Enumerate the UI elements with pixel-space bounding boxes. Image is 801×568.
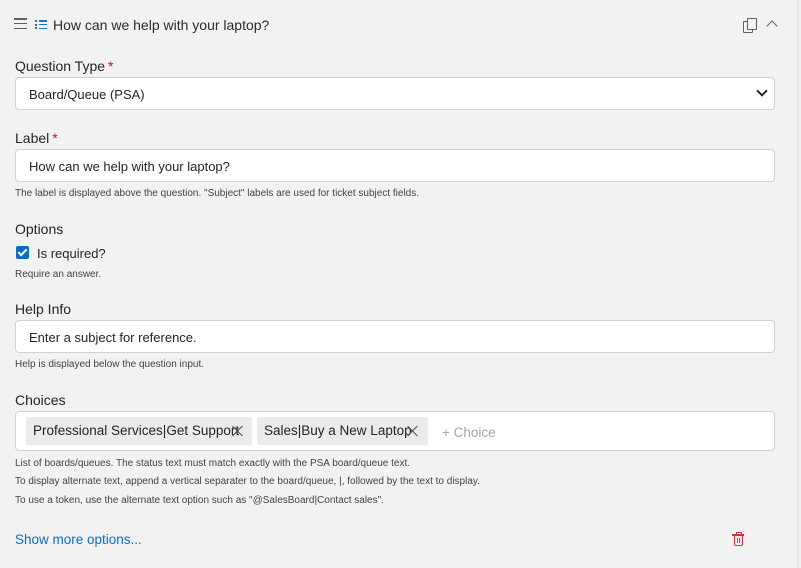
help-info-input[interactable]: Enter a subject for reference. — [15, 320, 775, 353]
question-type-value: Board/Queue (PSA) — [29, 87, 145, 102]
choices-hint: To display alternate text, append a vert… — [15, 476, 480, 487]
question-type-select[interactable]: Board/Queue (PSA) — [15, 77, 775, 110]
required-mark: * — [108, 58, 114, 74]
trash-icon[interactable] — [732, 532, 744, 547]
label-input-value: How can we help with your laptop? — [29, 159, 230, 174]
question-type-label-text: Question Type — [15, 58, 106, 74]
label-hint: The label is displayed above the questio… — [15, 188, 419, 199]
question-type-label: Question Type * — [15, 58, 113, 74]
add-choice-input[interactable]: + Choice — [442, 425, 496, 440]
options-hint: Require an answer. — [15, 269, 102, 280]
label-input[interactable]: How can we help with your laptop? — [15, 149, 775, 182]
choice-chip-label: Sales|Buy a New Laptop — [264, 423, 412, 438]
show-more-options-link[interactable]: Show more options... — [15, 532, 142, 547]
choice-chip-label: Professional Services|Get Support — [33, 423, 240, 438]
help-info-hint: Help is displayed below the question inp… — [15, 359, 205, 370]
choices-hint: To use a token, use the alternate text o… — [15, 495, 384, 506]
question-header[interactable]: How can we help with your laptop? — [0, 0, 797, 52]
label-field-label-text: Label — [15, 130, 50, 146]
choices-input[interactable]: Professional Services|Get Support Sales|… — [15, 411, 775, 451]
list-icon — [35, 19, 48, 30]
question-panel: How can we help with your laptop? Questi… — [0, 0, 798, 568]
close-icon[interactable] — [232, 425, 244, 437]
copy-icon[interactable] — [743, 18, 757, 33]
chevron-down-icon — [756, 85, 768, 97]
choices-hint: List of boards/queues. The status text m… — [15, 458, 411, 469]
is-required-label[interactable]: Is required? — [37, 246, 106, 261]
choice-chip: Professional Services|Get Support — [26, 417, 252, 445]
options-label: Options — [15, 221, 64, 237]
hamburger-icon[interactable] — [14, 18, 27, 30]
close-icon[interactable] — [407, 425, 419, 437]
choices-label: Choices — [15, 392, 66, 408]
help-info-value: Enter a subject for reference. — [29, 330, 197, 345]
choice-chip: Sales|Buy a New Laptop — [257, 417, 428, 445]
chevron-up-icon[interactable] — [766, 19, 778, 32]
is-required-checkbox[interactable] — [16, 246, 29, 259]
help-info-label: Help Info — [15, 301, 72, 317]
label-field-label: Label * — [15, 130, 58, 146]
question-title: How can we help with your laptop? — [53, 17, 270, 33]
required-mark: * — [52, 130, 58, 146]
